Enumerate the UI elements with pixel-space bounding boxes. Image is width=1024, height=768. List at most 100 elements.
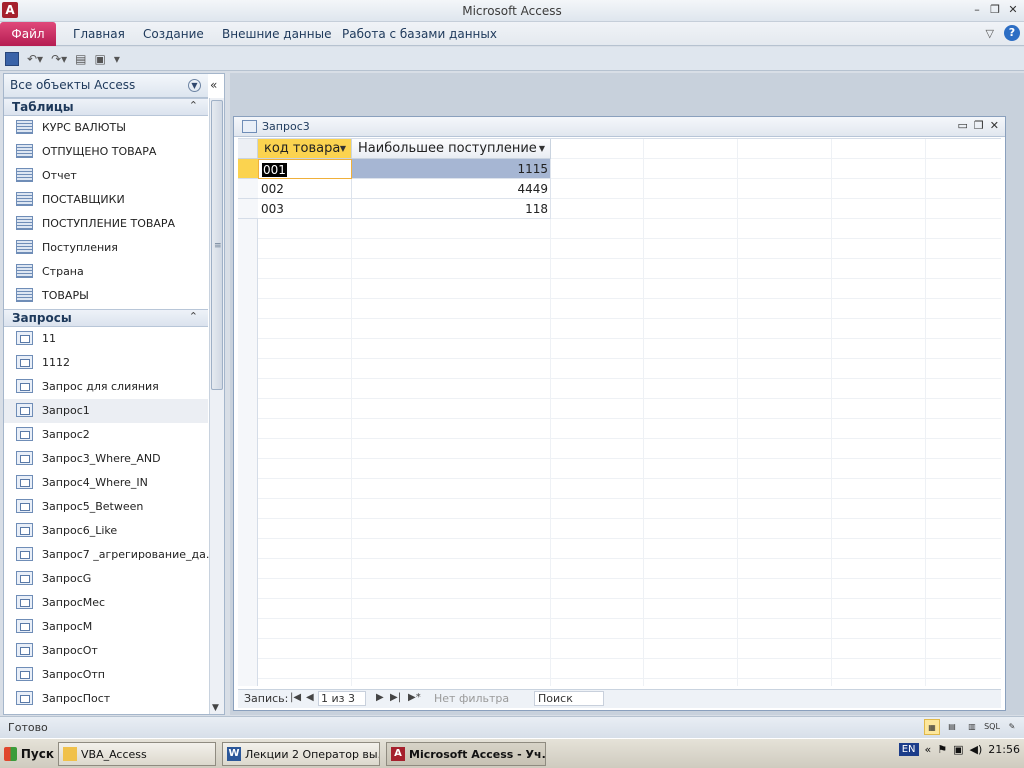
nav-item-table[interactable]: Страна <box>4 260 208 284</box>
table-cell[interactable]: 1115 <box>352 159 551 179</box>
nav-item-table[interactable]: Поступления <box>4 236 208 260</box>
sql-view-button[interactable]: SQL <box>984 719 1000 735</box>
query-window: Запрос3 ▭ ❐ ✕ код товара ▼ Наибольшее по… <box>233 116 1006 711</box>
row-selector[interactable] <box>238 199 258 219</box>
nav-item-query[interactable]: ЗапросG <box>4 567 208 591</box>
select-all-corner[interactable] <box>238 139 258 159</box>
start-button[interactable]: Пуск <box>0 741 54 767</box>
taskbar-item-access[interactable]: A Microsoft Access - Уч... <box>386 742 546 766</box>
tray-expand-icon[interactable]: « <box>925 743 932 756</box>
nav-item-query[interactable]: Запрос3_Where_AND <box>4 447 208 471</box>
first-record-icon[interactable]: |◀ <box>290 692 301 703</box>
nav-pane-header[interactable]: Все объекты Access ▼ <box>4 74 208 98</box>
nav-item-query[interactable]: ЗапросМ <box>4 615 208 639</box>
table-cell[interactable]: 118 <box>352 199 551 219</box>
group-header-queries[interactable]: Запросы ⌃ <box>4 309 208 327</box>
word-icon: W <box>227 747 241 761</box>
row-selector[interactable] <box>238 159 258 179</box>
tab-create[interactable]: Создание <box>143 22 204 46</box>
taskbar-item-word[interactable]: W Лекции 2 Оператор вы... <box>222 742 380 766</box>
nav-item-query[interactable]: ЗапросОт <box>4 639 208 663</box>
chevron-down-icon[interactable]: ▼ <box>188 79 201 92</box>
redo-icon[interactable]: ↷▾ <box>51 52 67 66</box>
tab-home[interactable]: Главная <box>73 22 125 46</box>
minimize-button[interactable]: – <box>970 2 984 18</box>
nav-item-query[interactable]: Запрос2 <box>4 423 208 447</box>
tab-file[interactable]: Файл <box>0 22 56 46</box>
nav-item-table[interactable]: ПОСТАВЩИКИ <box>4 188 208 212</box>
undo-icon[interactable]: ↶▾ <box>27 52 43 66</box>
group-header-tables[interactable]: Таблицы ⌃ <box>4 98 208 116</box>
volume-icon[interactable]: ◀) <box>970 743 983 756</box>
tab-database-tools[interactable]: Работа с базами данных <box>342 22 497 46</box>
chevron-down-icon[interactable]: ▼ <box>539 139 545 159</box>
nav-item-query[interactable]: Запрос для слияния <box>4 375 208 399</box>
customize-qat-icon[interactable]: ▾ <box>114 52 120 66</box>
grid-line <box>351 139 352 686</box>
query-icon <box>16 451 33 465</box>
nav-item-label: Страна <box>42 265 84 278</box>
restore-icon[interactable]: ❐ <box>974 119 984 132</box>
collapse-pane-icon[interactable]: « <box>210 78 217 92</box>
nav-item-table[interactable]: ОТПУЩЕНО ТОВАРА <box>4 140 208 164</box>
close-icon[interactable]: ✕ <box>990 119 999 132</box>
query-window-titlebar[interactable]: Запрос3 ▭ ❐ ✕ <box>234 117 1005 137</box>
restore-button[interactable]: ❐ <box>988 2 1002 18</box>
prev-record-icon[interactable]: ◀ <box>306 692 314 703</box>
minimize-icon[interactable]: ▭ <box>958 119 968 132</box>
clock[interactable]: 21:56 <box>988 743 1020 756</box>
nav-item-query-selected[interactable]: Запрос1 <box>4 399 208 423</box>
table-cell[interactable]: 001 <box>258 159 352 179</box>
row-selector[interactable] <box>238 179 258 199</box>
table-cell[interactable]: 002 <box>258 179 352 199</box>
pivot-chart-view-icon[interactable]: ▥ <box>964 719 980 735</box>
nav-item-query[interactable]: ЗапросОтп <box>4 663 208 687</box>
nav-item-query[interactable]: 11 <box>4 327 208 351</box>
search-input[interactable]: Поиск <box>534 691 604 706</box>
scrollbar-thumb[interactable]: ≡ <box>211 100 223 390</box>
column-header-max-receipt[interactable]: Наибольшее поступление ▼ <box>352 139 551 159</box>
security-icon[interactable]: ⚑ <box>937 743 947 756</box>
column-header-code[interactable]: код товара ▼ <box>258 139 352 159</box>
table-icon <box>16 264 33 278</box>
ribbon-minimize-icon[interactable]: ▽ <box>986 27 994 40</box>
save-icon[interactable] <box>5 51 19 66</box>
nav-item-table[interactable]: Отчет <box>4 164 208 188</box>
scroll-down-icon[interactable]: ▼ <box>212 703 219 713</box>
taskbar-item-folder[interactable]: VBA_Access <box>58 742 216 766</box>
nav-scrollbar[interactable]: ≡ ▼ <box>209 98 224 714</box>
tab-external-data[interactable]: Внешние данные <box>222 22 331 46</box>
collapse-group-icon[interactable]: ⌃ <box>189 99 198 112</box>
nav-item-label: ЗапросОт <box>42 644 98 657</box>
nav-item-query[interactable]: Запрос4_Where_IN <box>4 471 208 495</box>
new-record-icon[interactable]: ▶* <box>408 692 421 703</box>
pivot-table-view-icon[interactable]: ▤ <box>944 719 960 735</box>
next-record-icon[interactable]: ▶ <box>376 692 384 703</box>
chevron-down-icon[interactable]: ▼ <box>340 139 346 159</box>
no-filter-button[interactable]: Нет фильтра <box>434 692 509 705</box>
close-button[interactable]: ✕ <box>1006 2 1020 18</box>
nav-item-table[interactable]: ТОВАРЫ <box>4 284 208 308</box>
collapse-group-icon[interactable]: ⌃ <box>189 310 198 323</box>
table-cell[interactable]: 003 <box>258 199 352 219</box>
status-bar: Готово ▦ ▤ ▥ SQL ✎ <box>0 716 1024 738</box>
table-cell[interactable]: 4449 <box>352 179 551 199</box>
design-view-icon[interactable]: ✎ <box>1004 719 1020 735</box>
nav-item-query[interactable]: 1112 <box>4 351 208 375</box>
nav-item-table[interactable]: КУРС ВАЛЮТЫ <box>4 116 208 140</box>
nav-item-query[interactable]: ЗапросПост <box>4 687 208 711</box>
nav-item-query[interactable]: Запрос7 _агрегирование_да... <box>4 543 216 567</box>
print-icon[interactable]: ▤ <box>75 52 86 66</box>
last-record-icon[interactable]: ▶| <box>390 692 401 703</box>
nav-item-table[interactable]: ПОСТУПЛЕНИЕ ТОВАРА <box>4 212 208 236</box>
nav-item-query[interactable]: Запрос6_Like <box>4 519 208 543</box>
status-text: Готово <box>8 721 48 734</box>
language-indicator[interactable]: EN <box>898 743 919 756</box>
record-position-field[interactable]: 1 из 3 <box>318 691 366 706</box>
format-painter-icon[interactable]: ▣ <box>95 52 106 66</box>
nav-item-query[interactable]: Запрос5_Between <box>4 495 208 519</box>
help-icon[interactable]: ? <box>1004 25 1020 41</box>
network-icon[interactable]: ▣ <box>953 743 963 756</box>
datasheet-view-icon[interactable]: ▦ <box>924 719 940 735</box>
nav-item-query[interactable]: ЗапросМес <box>4 591 208 615</box>
